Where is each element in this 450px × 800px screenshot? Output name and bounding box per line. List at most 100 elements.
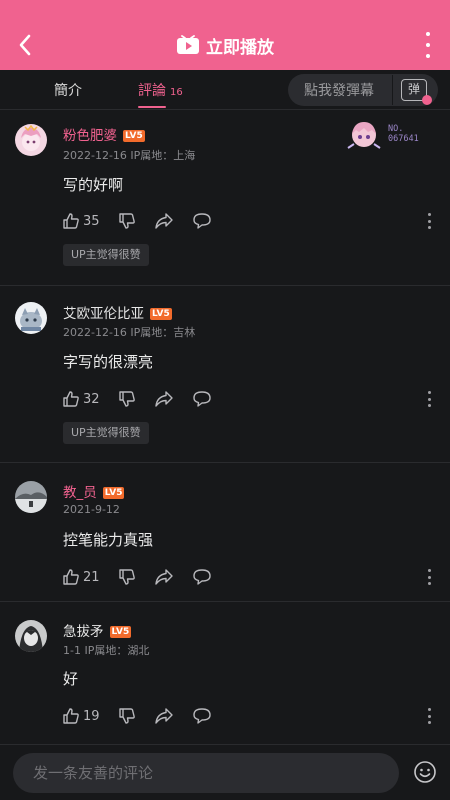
tab-label: 簡介 (54, 83, 82, 99)
top-bar: 立即播放 (0, 0, 450, 70)
comment-item: 急拔矛 LV5 1-1 IP属地：湖北 好 19 (0, 602, 450, 744)
username-text: 粉色肥婆 (63, 128, 117, 144)
comment-meta: 2022-12-16 IP属地：上海 (63, 149, 196, 162)
share-button[interactable] (154, 568, 174, 586)
comment-item: 艾欧亚伦比亚 LV5 2022-12-16 IP属地：吉林 字写的很漂亮 32 U… (0, 286, 450, 462)
tab-intro[interactable]: 簡介 (54, 80, 82, 100)
chat-bubble-icon (192, 391, 211, 407)
like-count: 32 (83, 391, 100, 407)
share-button[interactable] (154, 212, 174, 230)
thumbs-up-icon (63, 213, 79, 229)
comment-meta: 1-1 IP属地：湖北 (63, 644, 150, 657)
username[interactable]: 粉色肥婆 LV5 (63, 124, 145, 144)
smiley-icon (414, 761, 436, 783)
comment-more-button[interactable] (428, 569, 432, 585)
thumbs-up-icon (63, 708, 79, 724)
like-button[interactable]: 19 (62, 707, 100, 725)
comment-actions: 19 (62, 706, 230, 726)
dot-icon (428, 404, 431, 407)
thumbs-up-icon (63, 391, 79, 407)
reply-button[interactable] (192, 568, 212, 586)
tab-label: 評論 (138, 83, 166, 99)
dot-icon (428, 391, 431, 394)
comment-meta: 2022-12-16 IP属地：吉林 (63, 326, 196, 339)
comment-actions: 35 (62, 211, 230, 231)
comment-more-button[interactable] (428, 708, 432, 724)
thumbs-down-icon (118, 391, 135, 407)
danmaku-input[interactable]: 點我發彈幕 (304, 80, 388, 100)
comment-text: 写的好啊 (63, 176, 124, 194)
username[interactable]: 艾欧亚伦比亚 LV5 (63, 302, 172, 322)
danmaku-bar: 點我發彈幕 弹 (288, 74, 438, 106)
reply-button[interactable] (192, 390, 212, 408)
more-options-button[interactable] (420, 32, 436, 58)
reply-button[interactable] (192, 212, 212, 230)
share-button[interactable] (154, 707, 174, 725)
comment-meta: 2021-9-12 (63, 503, 120, 516)
like-button[interactable]: 35 (62, 212, 100, 230)
comment-count: 16 (170, 87, 183, 98)
tv-play-icon (177, 35, 199, 54)
comment-more-button[interactable] (428, 391, 432, 407)
dot-icon (426, 43, 430, 47)
username-text: 教_员 (63, 485, 97, 501)
reply-button[interactable] (192, 707, 212, 725)
page-title: 立即播放 (206, 37, 274, 58)
avatar-image (15, 620, 47, 652)
avatar[interactable] (15, 620, 47, 652)
dislike-button[interactable] (118, 390, 136, 408)
like-count: 35 (83, 213, 100, 229)
thumbs-down-icon (118, 708, 135, 724)
level-badge: LV5 (123, 130, 145, 142)
comment-text: 字写的很漂亮 (63, 353, 154, 371)
share-icon (154, 391, 173, 407)
dot-icon (428, 397, 431, 401)
dot-icon (428, 226, 431, 229)
danmaku-toggle-button[interactable]: 弹 (401, 79, 432, 105)
dot-icon (428, 575, 431, 579)
dot-icon (428, 714, 431, 718)
avatar-image (15, 481, 47, 513)
like-count: 21 (83, 569, 100, 585)
dot-icon (428, 219, 431, 223)
avatar[interactable] (15, 302, 47, 334)
comment-text: 好 (63, 670, 79, 688)
divider (392, 75, 393, 105)
like-button[interactable]: 21 (62, 568, 100, 586)
dot-icon (428, 708, 431, 711)
thumbs-down-icon (118, 569, 135, 585)
emoji-button[interactable] (413, 760, 437, 784)
username[interactable]: 教_员 LV5 (63, 481, 125, 501)
comment-item: 教_员 LV5 2021-9-12 控笔能力真强 21 (0, 463, 450, 601)
username-text: 急拔矛 (63, 624, 104, 640)
chat-bubble-icon (192, 213, 211, 229)
tab-comments[interactable]: 評論 16 (138, 80, 183, 100)
comment-composer: 发一条友善的评论 (0, 744, 450, 800)
thumbs-up-icon (63, 569, 79, 585)
username-text: 艾欧亚伦比亚 (63, 306, 144, 322)
play-now-button[interactable]: 立即播放 (0, 30, 450, 60)
like-count: 19 (83, 708, 100, 724)
avatar[interactable] (15, 124, 47, 156)
dislike-button[interactable] (118, 707, 136, 725)
comment-more-button[interactable] (428, 213, 432, 229)
dot-icon (426, 32, 430, 36)
dislike-button[interactable] (118, 212, 136, 230)
up-liked-tag: UP主觉得很赞 (63, 244, 149, 266)
active-tab-indicator (138, 106, 166, 108)
avatar-image (15, 302, 47, 334)
chat-bubble-icon (192, 708, 211, 724)
thumbs-down-icon (118, 213, 135, 229)
share-icon (154, 708, 173, 724)
share-button[interactable] (154, 390, 174, 408)
share-icon (154, 213, 173, 229)
avatar-image (15, 124, 47, 156)
dot-icon (426, 54, 430, 58)
comment-input[interactable]: 发一条友善的评论 (13, 753, 399, 793)
dislike-button[interactable] (118, 568, 136, 586)
avatar[interactable] (15, 481, 47, 513)
like-button[interactable]: 32 (62, 390, 100, 408)
username[interactable]: 急拔矛 LV5 (63, 620, 132, 640)
dot-icon (428, 721, 431, 724)
level-badge: LV5 (150, 308, 172, 320)
